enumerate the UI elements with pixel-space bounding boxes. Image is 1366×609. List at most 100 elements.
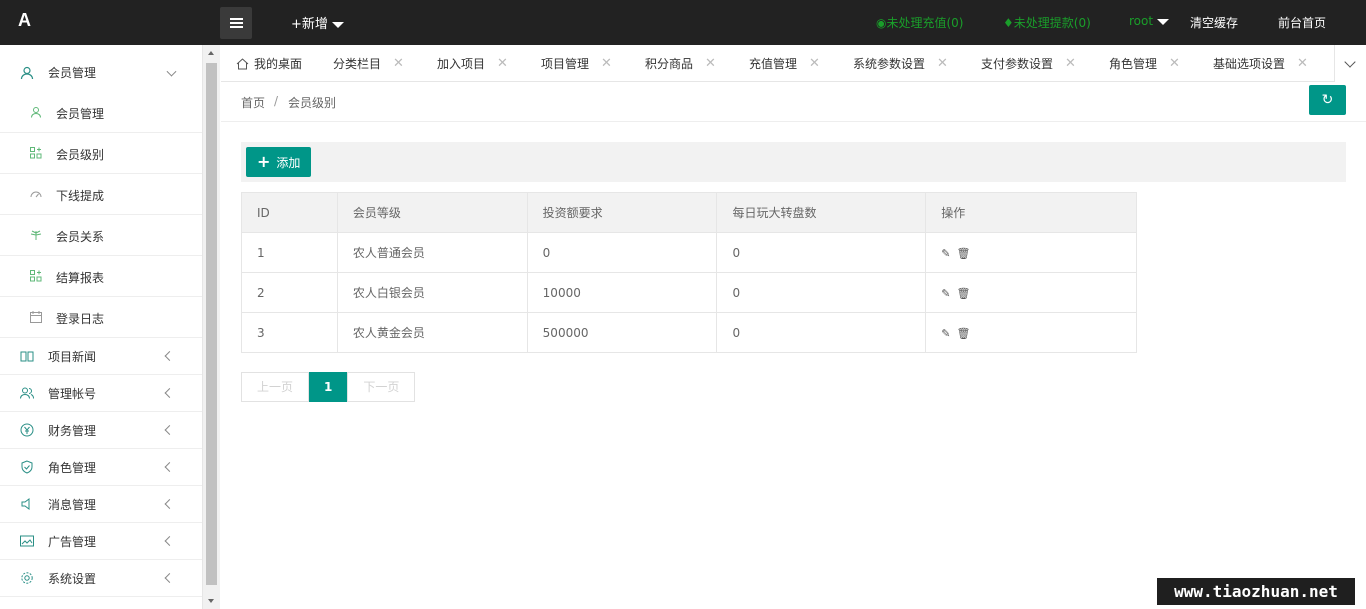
edit-icon[interactable]: ✎ (941, 327, 950, 340)
cell-wheel: 0 (716, 272, 927, 313)
pagination: 上一页 1 下一页 (241, 372, 416, 402)
sidebar-item-settlement-report[interactable]: 结算报表 (0, 256, 202, 297)
tab-roles[interactable]: 角色管理 ✕ (1109, 45, 1180, 82)
tab-payment-params[interactable]: 支付参数设置 ✕ (981, 45, 1076, 82)
user-icon (20, 66, 34, 79)
shield-icon (21, 460, 33, 474)
grid-add-icon (30, 270, 42, 282)
pending-recharge-link[interactable]: ◉未处理充值(0) (876, 14, 963, 31)
chevron-left-icon (164, 388, 175, 398)
sidebar-group-messages[interactable]: 消息管理 (0, 486, 202, 523)
sidebar-group-ads[interactable]: 广告管理 (0, 523, 202, 560)
user-caret-icon (1157, 18, 1170, 25)
sidebar-group-label: 管理帐号 (48, 386, 97, 401)
user-menu[interactable]: root (1129, 14, 1170, 28)
sidebar-group-member[interactable]: 会员管理 (0, 54, 202, 91)
add-button[interactable]: + 添加 (246, 147, 312, 177)
column-header-wheel: 每日玩大转盘数 (716, 192, 927, 233)
tab-label: 项目管理 (541, 57, 590, 71)
sidebar-group-admin-accounts[interactable]: 管理帐号 (0, 375, 202, 412)
chevron-down-icon (166, 66, 177, 77)
next-page-button[interactable]: 下一页 (347, 372, 416, 402)
cell-id: 1 (241, 232, 338, 273)
calendar-icon (30, 311, 42, 323)
prev-page-button[interactable]: 上一页 (241, 372, 310, 402)
yen-icon (20, 423, 34, 437)
close-icon[interactable]: ✕ (601, 56, 612, 71)
close-icon[interactable]: ✕ (937, 56, 948, 71)
scroll-down-icon[interactable] (208, 599, 214, 603)
sidebar-scrollbar[interactable] (203, 45, 220, 609)
sidebar-group-label: 项目新闻 (48, 349, 97, 364)
column-header-id: ID (241, 192, 338, 233)
tab-basic-options[interactable]: 基础选项设置 ✕ (1213, 45, 1308, 82)
sidebar-item-downline-commission[interactable]: 下线提成 (0, 174, 202, 215)
edit-icon[interactable]: ✎ (941, 247, 950, 260)
cell-actions: ✎ 🗑 (925, 312, 1137, 353)
cell-invest: 500000 (526, 312, 718, 353)
app-logo[interactable]: A (18, 10, 31, 31)
tab-label: 积分商品 (645, 57, 694, 71)
scroll-up-icon[interactable] (208, 51, 214, 55)
cell-level: 农人普通会员 (336, 232, 528, 273)
scrollbar-thumb[interactable] (206, 63, 217, 585)
sidebar-group-label: 广告管理 (48, 534, 97, 549)
close-icon[interactable]: ✕ (393, 56, 404, 71)
edit-icon[interactable]: ✎ (941, 287, 950, 300)
table-row: 2 农人白银会员 10000 0 ✎ 🗑 (241, 272, 1137, 313)
sidebar-item-label: 下线提成 (56, 189, 105, 203)
tab-more-button[interactable] (1334, 45, 1366, 82)
tab-label: 基础选项设置 (1213, 57, 1286, 71)
tree-icon (30, 230, 42, 240)
close-icon[interactable]: ✕ (1065, 56, 1076, 71)
tab-recharge[interactable]: 充值管理 ✕ (749, 45, 820, 82)
cell-level: 农人黄金会员 (336, 312, 528, 353)
sidebar-group-label: 角色管理 (48, 460, 97, 475)
tab-join-project[interactable]: 加入项目 ✕ (437, 45, 508, 82)
table-row: 1 农人普通会员 0 0 ✎ 🗑 (241, 232, 1137, 273)
sidebar-item-login-log[interactable]: 登录日志 (0, 297, 202, 338)
tab-system-params[interactable]: 系统参数设置 ✕ (853, 45, 948, 82)
sidebar-item-member-relation[interactable]: 会员关系 (0, 215, 202, 256)
column-header-actions: 操作 (925, 192, 1137, 233)
close-icon[interactable]: ✕ (1297, 56, 1308, 71)
column-header-invest: 投资额要求 (526, 192, 718, 233)
new-menu-button[interactable]: +新增 (291, 13, 344, 32)
chevron-left-icon (164, 351, 175, 361)
tab-label: 加入项目 (437, 57, 486, 71)
sidebar-item-label: 结算报表 (56, 271, 105, 285)
pending-withdraw-label: 未处理提款(0) (1013, 16, 1091, 30)
pending-withdraw-link[interactable]: ♦未处理提款(0) (1003, 14, 1091, 31)
close-icon[interactable]: ✕ (497, 56, 508, 71)
watermark: www.tiaozhuan.net (1157, 578, 1355, 605)
sidebar-group-finance[interactable]: 财务管理 (0, 412, 202, 449)
close-icon[interactable]: ✕ (1169, 56, 1180, 71)
frontend-home-link[interactable]: 前台首页 (1278, 14, 1326, 31)
sidebar-group-roles[interactable]: 角色管理 (0, 449, 202, 486)
sidebar-group-project-news[interactable]: 项目新闻 (0, 338, 202, 375)
menu-toggle-button[interactable] (220, 7, 252, 39)
cell-level: 农人白银会员 (336, 272, 528, 313)
sidebar-item-member-level[interactable]: 会员级别 (0, 133, 202, 174)
tab-label: 充值管理 (749, 57, 798, 71)
sidebar-item-member-manage[interactable]: 会员管理 (0, 92, 202, 133)
tab-points-goods[interactable]: 积分商品 ✕ (645, 45, 716, 82)
add-button-label: 添加 (276, 156, 301, 170)
trash-icon[interactable]: 🗑 (956, 247, 970, 260)
breadcrumb-home[interactable]: 首页 (241, 94, 265, 111)
tab-category[interactable]: 分类栏目 ✕ (333, 45, 404, 82)
tab-desktop[interactable]: 我的桌面 (236, 45, 302, 82)
grid-add-icon (30, 147, 42, 159)
tab-label: 分类栏目 (333, 57, 382, 71)
chevron-down-icon (1344, 56, 1356, 68)
trash-icon[interactable]: 🗑 (956, 327, 970, 340)
tab-project-manage[interactable]: 项目管理 ✕ (541, 45, 612, 82)
table-row: 3 农人黄金会员 500000 0 ✎ 🗑 (241, 312, 1137, 353)
sidebar-group-system-settings[interactable]: 系统设置 (0, 560, 202, 597)
page-current[interactable]: 1 (309, 372, 348, 402)
refresh-button[interactable]: ↻ (1309, 85, 1346, 115)
close-icon[interactable]: ✕ (809, 56, 820, 71)
clear-cache-link[interactable]: 清空缓存 (1190, 14, 1238, 31)
close-icon[interactable]: ✕ (705, 56, 716, 71)
trash-icon[interactable]: 🗑 (956, 287, 970, 300)
